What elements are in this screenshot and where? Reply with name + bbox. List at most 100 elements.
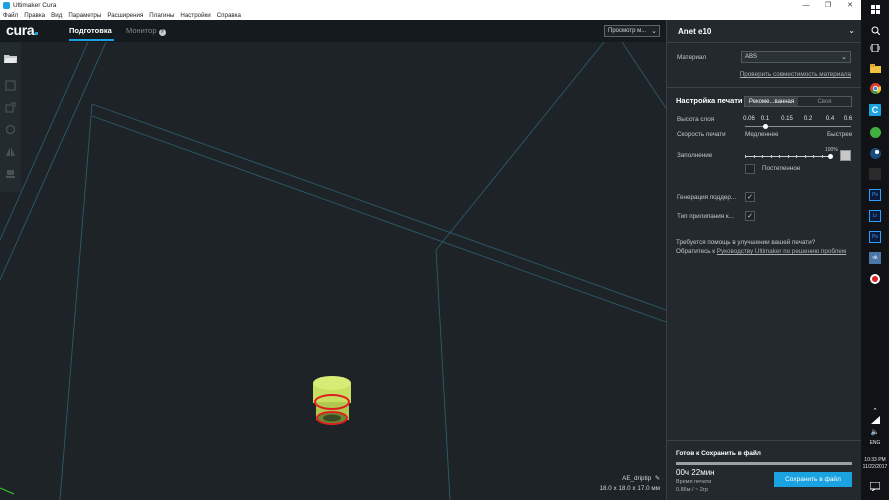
infill-tick [813, 155, 814, 158]
infill-tick [745, 155, 746, 158]
photoshop-icon[interactable]: Ps [869, 189, 881, 201]
mirror-tool-icon[interactable] [3, 144, 18, 158]
troubleshooting-link[interactable]: Руководству Ultimaker по решению проблем [717, 248, 846, 255]
menu-bar: Файл Правка Вид Параметры Расширения Пла… [0, 10, 861, 20]
object-name: AE_driptip [622, 475, 652, 482]
active-tab-indicator [69, 39, 114, 41]
help-prefix: Обратитесь к [676, 248, 717, 255]
print-speed-label: Скорость печати [677, 131, 726, 138]
troubleshooting-help: Требуется помощь в улучшении вашей печат… [676, 238, 854, 256]
file-explorer-icon[interactable] [869, 62, 881, 74]
object-info: AE_driptip ✎ 18.0 x 18.0 x 17.0 мм [600, 474, 660, 494]
gradual-infill-checkbox[interactable] [745, 164, 755, 174]
open-folder-icon[interactable] [3, 51, 18, 65]
setup-mode-switch: Рекоме...ванная Своя [744, 96, 852, 107]
tab-monitor[interactable]: Монитор? [126, 26, 166, 36]
notification-center-icon[interactable] [869, 480, 881, 492]
infill-tick [753, 155, 755, 158]
adhesion-checkbox[interactable]: ✓ [745, 211, 755, 221]
move-tool-icon[interactable] [3, 78, 18, 92]
save-to-file-button[interactable]: Сохранить в файл [774, 472, 852, 487]
adhesion-label: Тип прилипания к... [677, 213, 734, 220]
task-view-icon[interactable] [869, 42, 881, 54]
menu-extensions[interactable]: Расширения [107, 12, 143, 19]
tool-toolbar [0, 42, 21, 192]
material-select[interactable]: ABS ⌄ [741, 51, 851, 63]
steam-icon[interactable] [869, 147, 881, 159]
support-checkbox[interactable]: ✓ [745, 192, 755, 202]
layer-height-tick[interactable]: 0.2 [804, 116, 812, 122]
support-blocker-icon[interactable] [3, 166, 18, 180]
search-icon[interactable] [869, 24, 881, 36]
check-compatibility-link[interactable]: Проверить совместимость материала [740, 71, 851, 78]
network-icon[interactable] [869, 414, 881, 426]
windows-start-icon[interactable] [869, 3, 881, 15]
print-time: 00ч 22мин [676, 468, 715, 477]
infill-tick [821, 155, 823, 158]
chevron-down-icon: ⌄ [841, 54, 847, 61]
infill-preview-swatch [840, 150, 851, 161]
layer-height-tick[interactable]: 0.4 [826, 116, 834, 122]
pencil-icon[interactable]: ✎ [655, 475, 660, 482]
record-icon[interactable] [869, 273, 881, 285]
layer-height-tick[interactable]: 0.06 [743, 116, 755, 122]
mode-custom-button[interactable]: Своя [798, 97, 851, 106]
rotate-tool-icon[interactable] [3, 122, 18, 136]
tab-prepare[interactable]: Подготовка [69, 26, 112, 35]
language-indicator[interactable]: ENG [861, 440, 889, 446]
infill-tick [770, 155, 772, 158]
photoshop-icon-2[interactable]: Ps [869, 231, 881, 243]
layer-height-tick[interactable]: 0.15 [781, 116, 793, 122]
vk-icon[interactable]: vk [869, 252, 881, 264]
menu-preferences[interactable]: Настройки [180, 12, 210, 19]
menu-settings[interactable]: Параметры [68, 12, 101, 19]
clock-time: 10:33 PM [864, 457, 886, 463]
layer-height-slider[interactable] [745, 126, 851, 127]
view-mode-select[interactable]: Просмотр м... ⌄ [604, 25, 660, 37]
layer-height-tick[interactable]: 0.6 [844, 116, 852, 122]
model-drip-tip[interactable] [313, 376, 351, 425]
speed-slow-label: Медленнее [745, 131, 779, 138]
window-title: Ultimaker Cura [13, 1, 57, 9]
chrome-icon[interactable] [869, 82, 881, 94]
lightroom-icon[interactable]: Lr [869, 210, 881, 222]
menu-help[interactable]: Справка [217, 12, 241, 19]
object-size: 18.0 x 18.0 x 17.0 мм [599, 485, 660, 492]
infill-knob[interactable] [828, 154, 833, 159]
close-button[interactable]: ✕ [839, 0, 861, 10]
support-label: Генерация поддер... [677, 194, 737, 201]
menu-view[interactable]: Вид [51, 12, 62, 19]
chevron-down-icon: ⌄ [651, 28, 657, 35]
system-clock[interactable]: 10:33 PM 11/22/2017 [861, 457, 889, 471]
infill-tick [787, 155, 789, 158]
material-label: Материал [677, 54, 707, 61]
material-usage: 0.86м / ~ 2гр [676, 487, 708, 493]
chevron-down-icon[interactable]: ⌄ [848, 26, 855, 35]
tab-monitor-label: Монитор [126, 26, 157, 35]
menu-file[interactable]: Файл [3, 12, 18, 19]
slicing-progress-bar [676, 462, 852, 465]
menu-edit[interactable]: Правка [24, 12, 45, 19]
settings-sidebar: Anet e10 ⌄ Материал ABS ⌄ Проверить совме… [666, 20, 861, 500]
cura-taskbar-icon[interactable]: C [869, 104, 881, 116]
generic-app-icon[interactable] [869, 168, 881, 180]
layer-height-knob[interactable] [763, 124, 768, 129]
menu-plugins[interactable]: Плагины [149, 12, 174, 19]
infill-tick [804, 155, 806, 158]
title-bar: Ultimaker Cura — ❐ ✕ [0, 0, 861, 10]
scale-tool-icon[interactable] [3, 100, 18, 114]
3d-viewport[interactable]: AE_driptip ✎ 18.0 x 18.0 x 17.0 мм [0, 42, 666, 500]
help-question: Требуется помощь в улучшении вашей печат… [676, 239, 816, 246]
infill-tick [762, 155, 763, 158]
green-app-icon[interactable] [869, 126, 881, 138]
maximize-button[interactable]: ❐ [817, 0, 839, 10]
help-icon: ? [158, 29, 166, 36]
clock-date: 11/22/2017 [862, 464, 888, 470]
mode-recommended-button[interactable]: Рекоме...ванная [745, 97, 798, 106]
cura-logo: cura [6, 22, 39, 38]
printer-name[interactable]: Anet e10 [678, 27, 711, 36]
volume-icon[interactable]: 🔈 [869, 426, 881, 438]
minimize-button[interactable]: — [795, 0, 817, 10]
divider [667, 42, 861, 43]
layer-height-tick[interactable]: 0.1 [761, 116, 769, 122]
